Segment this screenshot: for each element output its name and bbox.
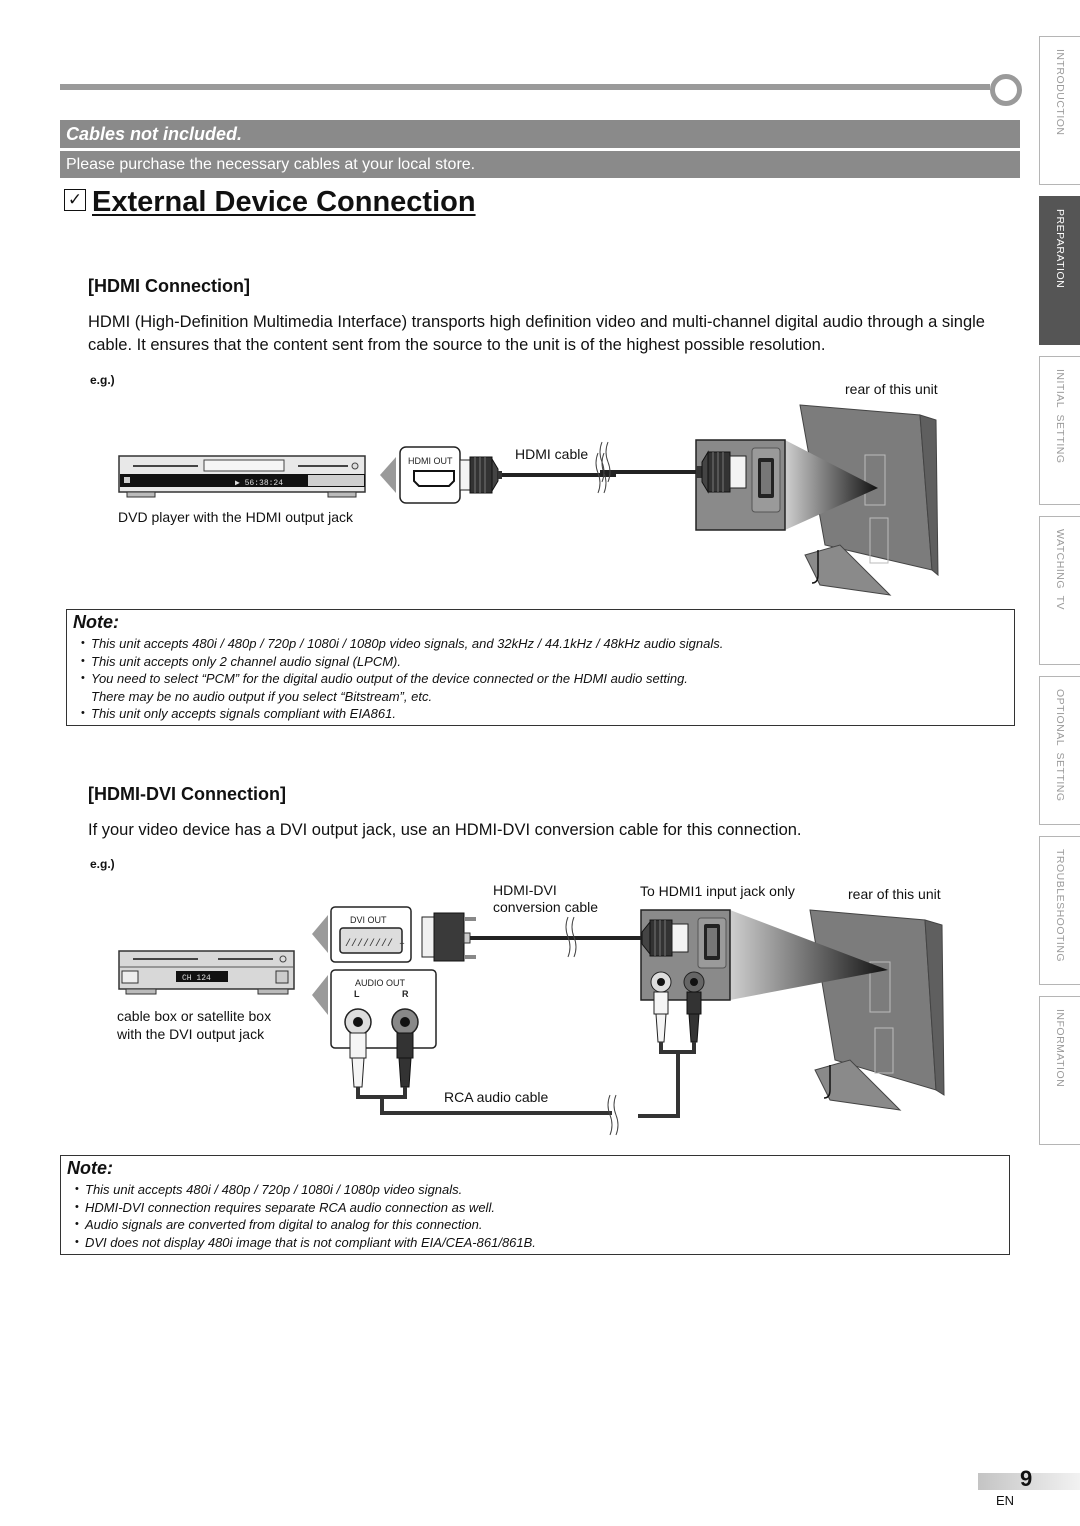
side-tab-troubleshooting[interactable]: TROUBLESHOOTING [1039, 836, 1080, 985]
hdmi-note-item: You need to select “PCM” for the digital… [81, 670, 1014, 705]
hdmi-dvi-note-item: Audio signals are converted from digital… [75, 1216, 1009, 1234]
hdmi-dvi-note-title: Note: [67, 1158, 113, 1178]
hdmi-dvi-note-item: HDMI-DVI connection requires separate RC… [75, 1199, 1009, 1217]
side-tab-optional-setting[interactable]: OPTIONAL SETTING [1039, 676, 1080, 825]
dvi-out-label: DVI OUT [350, 915, 387, 925]
top-rule [60, 84, 990, 90]
side-tab-watching-tv[interactable]: WATCHING TV [1039, 516, 1080, 665]
side-tab-initial-setting[interactable]: INITIAL SETTING [1039, 356, 1080, 505]
hdmi-note-item: This unit accepts only 2 channel audio s… [81, 653, 1014, 671]
hdmi-rear-unit-label: rear of this unit [845, 381, 938, 397]
hdmi-dvi-example-label: e.g.) [90, 857, 115, 871]
hdmi-note-item: This unit accepts 480i / 480p / 720p / 1… [81, 635, 1014, 653]
hdmi-dvi-note-list: This unit accepts 480i / 480p / 720p / 1… [61, 1181, 1009, 1251]
dvd-display-text: ▶ 56:38:24 [235, 479, 283, 488]
svg-text:L: L [354, 989, 360, 999]
dvd-player-caption: DVD player with the HDMI output jack [118, 509, 353, 525]
side-tab-preparation[interactable]: PREPARATION [1039, 196, 1080, 345]
side-tab-label: OPTIONAL SETTING [1054, 689, 1066, 802]
hdmi-out-jack-callout: HDMI OUT [380, 446, 616, 504]
tv-rear-hdmi-illustration [599, 404, 939, 596]
hdmi-dvi-connection-heading: [HDMI-DVI Connection] [88, 784, 286, 804]
side-tab-label: INFORMATION [1054, 1009, 1066, 1088]
hdmi-dvi-description: If your video device has a DVI output ja… [88, 821, 802, 839]
hdmi-dvi-note-item: This unit accepts 480i / 480p / 720p / 1… [75, 1181, 1009, 1199]
cable-box-illustration: CH 124 [118, 950, 295, 995]
dvi-audio-out-callout: DVI OUT //////// – AUDIO OUT L R [312, 906, 640, 1136]
checkbox-icon: ✓ [64, 189, 86, 212]
cables-not-included-banner: Cables not included. [60, 120, 1020, 148]
hdmi1-input-label: To HDMI1 input jack only [640, 883, 795, 899]
page-number: 9 [1020, 1466, 1033, 1491]
side-tab-label: WATCHING TV [1054, 529, 1066, 611]
side-tab-introduction[interactable]: INTRODUCTION [1039, 36, 1080, 185]
side-tab-label: PREPARATION [1054, 209, 1066, 289]
purchase-cables-banner: Please purchase the necessary cables at … [60, 151, 1020, 178]
hdmi-example-label: e.g.) [90, 373, 115, 387]
side-tab-information[interactable]: INFORMATION [1039, 996, 1080, 1145]
hdmi-note-item: This unit only accepts signals compliant… [81, 705, 1014, 723]
hdmi-note-box: Note: This unit accepts 480i / 480p / 72… [66, 609, 1015, 726]
svg-text://////// –: //////// – [345, 938, 405, 950]
cable-box-display-text: CH 124 [182, 974, 211, 983]
hdmi-note-list: This unit accepts 480i / 480p / 720p / 1… [67, 635, 1014, 723]
audio-out-label: AUDIO OUT [355, 978, 406, 988]
top-rule-circle [990, 74, 1022, 106]
hdmi-description: HDMI (High-Definition Multimedia Interfa… [88, 313, 985, 354]
tv-rear-dvi-illustration [620, 909, 945, 1118]
hdmi-dvi-note-box: Note: This unit accepts 480i / 480p / 72… [60, 1155, 1010, 1255]
side-tab-label: INITIAL SETTING [1054, 369, 1066, 464]
dvd-player-illustration: ▶ 56:38:24 [118, 455, 366, 498]
hdmi-dvi-note-item: DVI does not display 480i image that is … [75, 1234, 1009, 1252]
hdmi-connection-heading: [HDMI Connection] [88, 276, 250, 296]
hdmi-out-label: HDMI OUT [408, 456, 453, 466]
side-tab-label: INTRODUCTION [1054, 49, 1066, 136]
page-title-text: External Device Connection [92, 186, 476, 218]
hdmi-note-title: Note: [73, 612, 119, 632]
svg-text:R: R [402, 989, 409, 999]
page-title: ✓ External Device Connection [64, 184, 476, 220]
language-label: EN [996, 1493, 1015, 1508]
side-tab-label: TROUBLESHOOTING [1054, 849, 1066, 963]
cable-box-caption: cable box or satellite box with the DVI … [117, 1008, 272, 1042]
